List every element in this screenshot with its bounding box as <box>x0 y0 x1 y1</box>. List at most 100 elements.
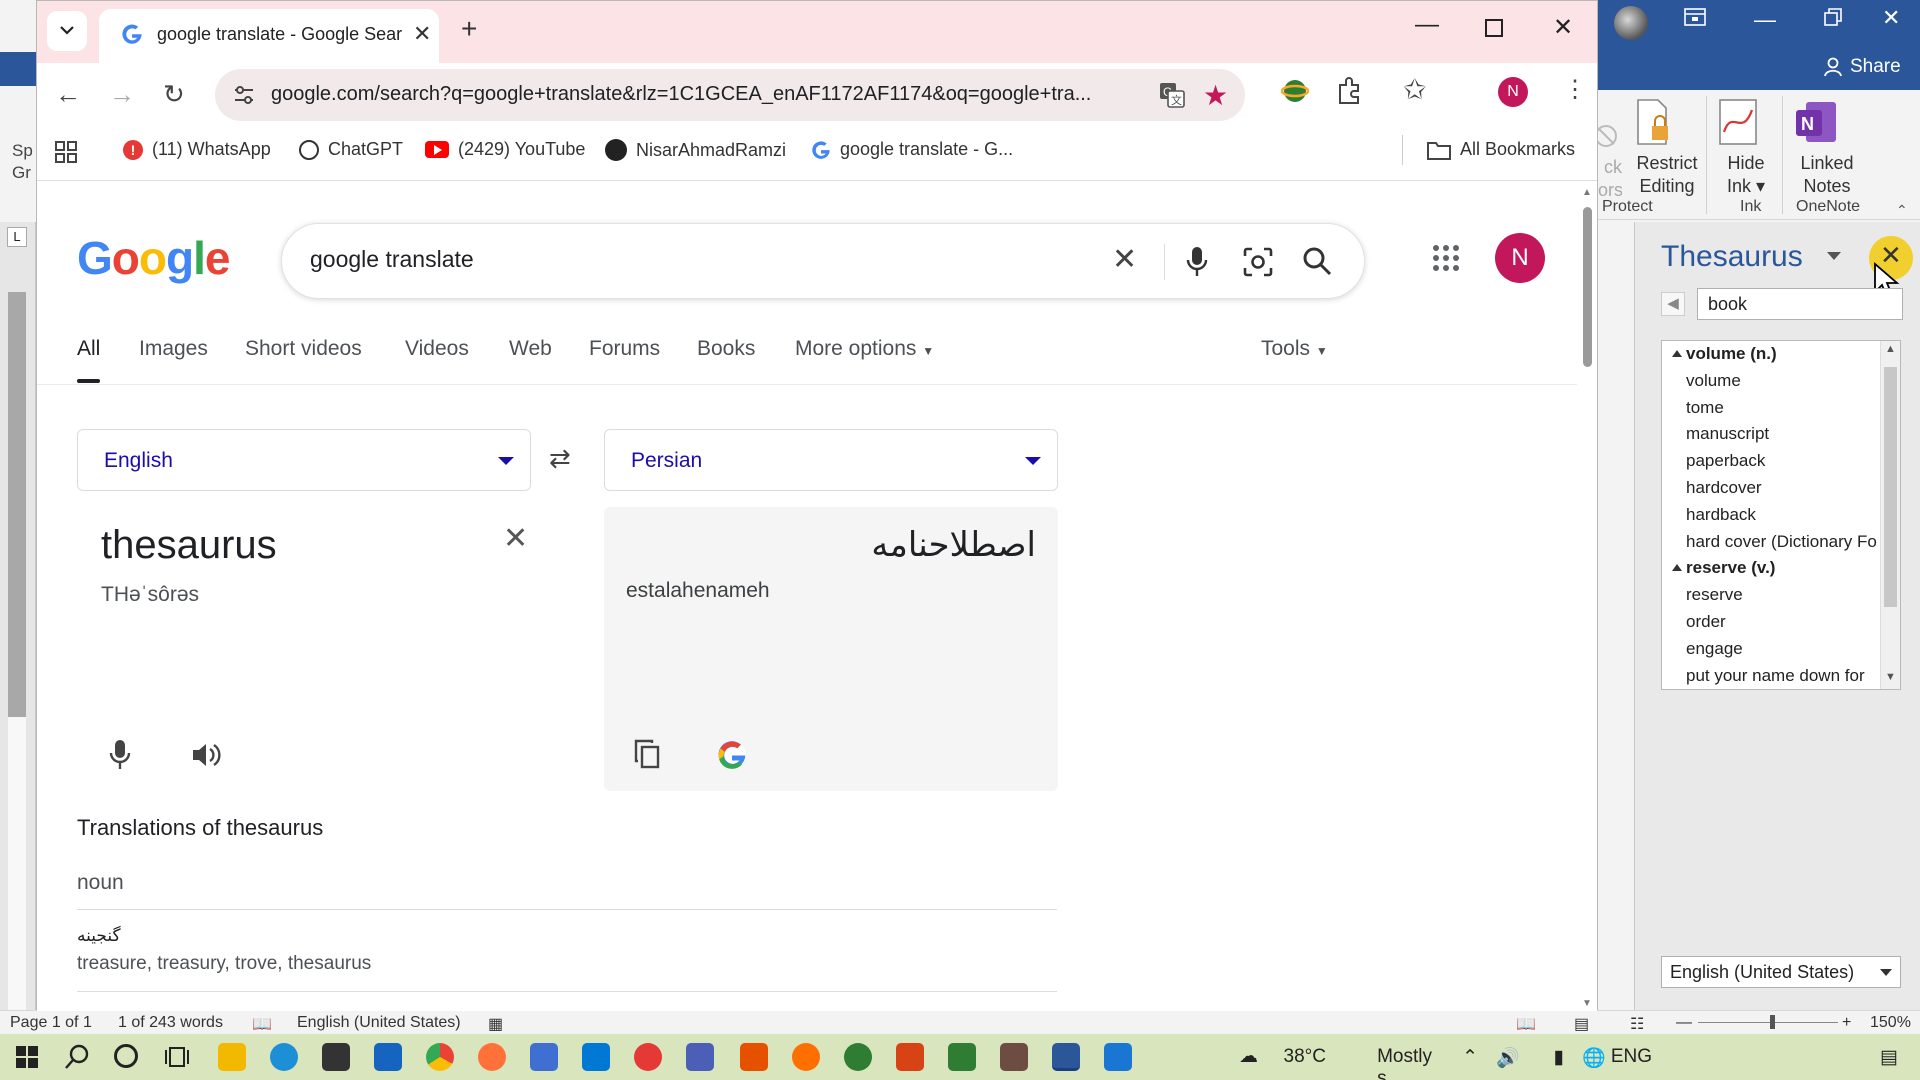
collapse-ribbon-icon[interactable]: ⌃ <box>1896 202 1908 219</box>
thesaurus-synonym-item[interactable]: manuscript <box>1662 421 1900 448</box>
app-c-red-icon[interactable] <box>896 1043 924 1071</box>
bookmark-google-translate[interactable]: google translate - G... <box>811 139 1013 160</box>
thesaurus-synonym-item[interactable]: hardcover <box>1662 475 1900 502</box>
bookmark-github[interactable]: NisarAhmadRamzi <box>605 139 786 161</box>
swap-languages-icon[interactable]: ⇄ <box>549 443 571 474</box>
search-input[interactable]: google translate <box>310 246 474 273</box>
page-count[interactable]: Page 1 of 1 <box>10 1014 92 1032</box>
thesaurus-synonym-item[interactable]: put your name down for <box>1662 663 1900 689</box>
battery-icon[interactable]: ▮ <box>1554 1046 1564 1069</box>
firefox-icon[interactable] <box>478 1043 506 1071</box>
word-taskbar-icon[interactable] <box>1052 1043 1080 1071</box>
linked-notes-button[interactable]: N Linked Notes <box>1792 98 1862 198</box>
maximize-button[interactable] <box>1485 19 1503 37</box>
address-bar[interactable]: google.com/search?q=google+translate&rlz… <box>215 69 1245 121</box>
listen-speaker-icon[interactable] <box>191 741 221 769</box>
task-view-icon[interactable] <box>164 1045 190 1069</box>
close-tab-icon[interactable]: ✕ <box>413 21 431 47</box>
google-apps-icon[interactable] <box>1433 245 1459 271</box>
search-box[interactable]: google translate ✕ <box>281 223 1365 299</box>
tools-button[interactable]: Tools ▼ <box>1261 337 1328 361</box>
thesaurus-search-input[interactable]: book <box>1697 288 1903 320</box>
read-mode-icon[interactable]: 📖 <box>1516 1014 1536 1034</box>
menu-icon[interactable]: ⋮ <box>1563 75 1587 104</box>
web-layout-icon[interactable]: ☷ <box>1630 1014 1644 1034</box>
page-scrollbar[interactable]: ▲ ▼ <box>1577 181 1597 1011</box>
network-icon[interactable]: 🌐 <box>1582 1046 1606 1070</box>
print-layout-icon[interactable]: ▤ <box>1574 1014 1589 1034</box>
google-translate-icon[interactable] <box>716 739 748 771</box>
edge-icon[interactable] <box>270 1043 298 1071</box>
store-icon[interactable] <box>322 1043 350 1071</box>
thesaurus-scrollbar[interactable]: ▲ ▼ <box>1880 341 1900 689</box>
weather-icon[interactable]: ☁ <box>1239 1045 1258 1068</box>
thesaurus-synonym-item[interactable]: volume <box>1662 368 1900 395</box>
share-button[interactable]: Share <box>1823 56 1901 78</box>
thesaurus-synonym-item[interactable]: tome <box>1662 395 1900 422</box>
tab-selector[interactable]: L <box>7 227 27 247</box>
google-account-avatar[interactable]: N <box>1495 233 1545 283</box>
app-green-icon[interactable] <box>844 1043 872 1071</box>
translated-text[interactable]: اصطلاحنامه <box>871 525 1036 565</box>
source-language-select[interactable]: English <box>77 429 531 491</box>
target-language-select[interactable]: Persian <box>604 429 1058 491</box>
scroll-down-icon[interactable]: ▼ <box>1884 671 1897 687</box>
thesaurus-synonym-item[interactable]: reserve <box>1662 582 1900 609</box>
word-minimize-button[interactable]: — <box>1754 6 1776 34</box>
voice-search-icon[interactable] <box>1186 246 1208 278</box>
source-text[interactable]: thesaurus <box>101 523 277 568</box>
app-orange-icon[interactable] <box>740 1043 768 1071</box>
tab-images[interactable]: Images <box>139 337 208 361</box>
proofing-icon[interactable]: 📖 <box>252 1014 272 1034</box>
tab-google-search[interactable]: google translate - Google Searc ✕ <box>99 9 439 63</box>
clear-search-icon[interactable]: ✕ <box>1112 242 1137 277</box>
extensions-icon[interactable] <box>1337 77 1363 105</box>
ribbon-display-icon[interactable] <box>1684 8 1706 26</box>
site-info-icon[interactable] <box>233 85 255 105</box>
ribbon-cut-button[interactable]: ck ors <box>1598 98 1622 200</box>
clear-source-icon[interactable]: ✕ <box>503 521 528 556</box>
chrome-icon[interactable] <box>426 1043 454 1071</box>
file-explorer-icon[interactable] <box>218 1043 246 1071</box>
url-text[interactable]: google.com/search?q=google+translate&rlz… <box>271 83 1141 106</box>
zoom-slider[interactable] <box>1698 1022 1838 1023</box>
app-blue-icon[interactable] <box>686 1043 714 1071</box>
extension-globe-icon[interactable] <box>1281 77 1309 105</box>
new-tab-button[interactable]: + <box>461 13 477 45</box>
weather-text[interactable]: Mostly s... <box>1377 1046 1432 1080</box>
thesaurus-synonym-item[interactable]: hard cover (Dictionary Fo <box>1662 529 1900 556</box>
tab-web[interactable]: Web <box>509 337 552 361</box>
tab-books[interactable]: Books <box>697 337 755 361</box>
search-icon[interactable] <box>64 1044 90 1070</box>
app-game-icon[interactable] <box>1000 1043 1028 1071</box>
restrict-editing-button[interactable]: Restrict Editing <box>1632 98 1702 198</box>
volume-icon[interactable]: 🔊 <box>1496 1046 1520 1070</box>
reading-list-icon[interactable]: ✩ <box>1403 73 1426 106</box>
minimize-button[interactable]: — <box>1415 11 1439 39</box>
scroll-up-icon[interactable]: ▲ <box>1582 187 1592 198</box>
google-logo[interactable]: Google <box>77 231 230 285</box>
app-c-green-icon[interactable] <box>948 1043 976 1071</box>
show-hidden-icons-icon[interactable]: ⌃ <box>1462 1046 1478 1069</box>
scroll-down-icon[interactable]: ▼ <box>1582 998 1592 1009</box>
word-count[interactable]: 1 of 243 words <box>118 1014 223 1032</box>
zoom-level[interactable]: 150% <box>1870 1014 1911 1032</box>
thesaurus-synonym-item[interactable]: paperback <box>1662 448 1900 475</box>
forward-button[interactable]: → <box>109 79 135 110</box>
reload-button[interactable]: ↻ <box>163 79 185 110</box>
thesaurus-category-header[interactable]: volume (n.) <box>1662 341 1900 368</box>
tab-all[interactable]: All <box>77 337 101 383</box>
translate-page-icon[interactable]: G文 <box>1159 82 1185 108</box>
copy-icon[interactable] <box>634 739 660 769</box>
thesaurus-language-select[interactable]: English (United States) <box>1661 956 1901 988</box>
hide-ink-button[interactable]: Hide Ink ▾ <box>1716 98 1776 198</box>
account-avatar[interactable] <box>1614 6 1648 40</box>
cortana-icon[interactable] <box>114 1044 138 1068</box>
remote-desktop-icon[interactable] <box>1104 1043 1132 1071</box>
persian-translation[interactable]: گنجینه <box>77 926 121 946</box>
app-target-icon[interactable] <box>792 1043 820 1071</box>
all-bookmarks-button[interactable]: All Bookmarks <box>1427 139 1575 160</box>
start-button[interactable] <box>16 1046 38 1068</box>
microphone-icon[interactable] <box>109 739 131 771</box>
scroll-up-icon[interactable]: ▲ <box>1884 343 1897 359</box>
